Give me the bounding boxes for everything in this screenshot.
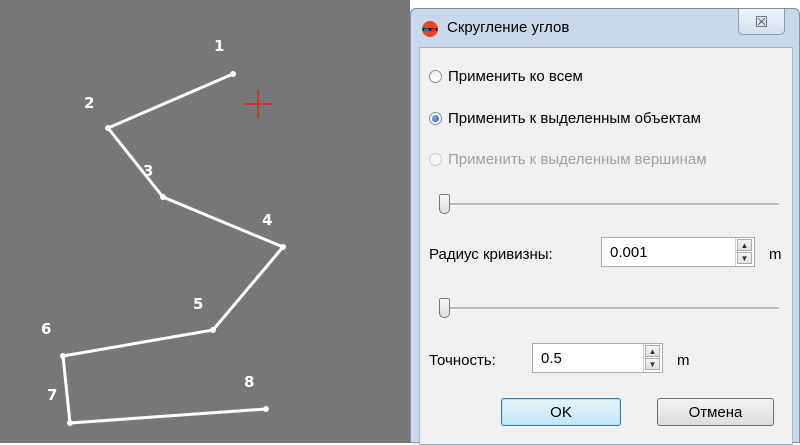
vertex-marker-4[interactable] (280, 244, 286, 250)
dialog-body: Применить ко всем Применить к выделенным… (419, 47, 793, 445)
slider-track (439, 307, 779, 310)
spin-arrows: ▲ ▼ (643, 344, 662, 372)
vertex-label-6: 6 (41, 320, 51, 338)
radio-label: Применить к выделенным вершинам (448, 150, 707, 168)
vertex-marker-5[interactable] (210, 327, 216, 333)
precision-unit: m (677, 352, 690, 369)
spin-up-icon[interactable]: ▲ (645, 345, 660, 357)
vertex-label-8: 8 (244, 373, 254, 391)
vertex-marker-1[interactable] (230, 71, 236, 77)
vertex-marker-7[interactable] (67, 420, 73, 426)
radius-unit: m (769, 246, 782, 263)
vertex-marker-6[interactable] (60, 353, 66, 359)
ok-button[interactable]: OK (501, 398, 621, 426)
slider-thumb[interactable] (439, 194, 450, 214)
radio-label: Применить к выделенным объектам (448, 109, 701, 127)
radius-spinbox[interactable]: 0.001 ▲ ▼ (601, 237, 755, 267)
vertex-marker-2[interactable] (105, 125, 111, 131)
3d-glasses-icon (422, 21, 438, 37)
top-slider[interactable] (439, 194, 779, 214)
radio-button (429, 152, 442, 166)
spin-down-icon[interactable]: ▼ (737, 252, 752, 264)
drawing-canvas[interactable]: 1 2 3 4 5 6 7 8 (0, 0, 410, 443)
vertex-label-2: 2 (84, 94, 94, 112)
precision-spinbox[interactable]: 0.5 ▲ ▼ (532, 343, 663, 373)
spin-up-icon[interactable]: ▲ (737, 239, 752, 251)
rounding-dialog: Скругление углов ☒ Применить ко всем При… (410, 8, 800, 445)
crosshair-cursor-icon (244, 90, 272, 118)
radio-button[interactable] (429, 111, 442, 125)
vertex-marker-3[interactable] (160, 194, 166, 200)
canvas-svg[interactable]: 1 2 3 4 5 6 7 8 (0, 0, 410, 443)
radius-slider[interactable] (439, 298, 779, 318)
cancel-label: Отмена (688, 403, 743, 421)
radio-label: Применить ко всем (448, 67, 583, 85)
vertex-marker-8[interactable] (263, 406, 269, 412)
radio-button[interactable] (429, 69, 442, 83)
dialog-titlebar[interactable]: Скругление углов ☒ (411, 9, 799, 47)
vertex-label-4: 4 (262, 211, 272, 229)
precision-input[interactable]: 0.5 (541, 350, 562, 367)
vertex-label-5: 5 (193, 295, 203, 313)
spin-down-icon[interactable]: ▼ (645, 358, 660, 370)
close-icon: ☒ (754, 13, 769, 31)
radius-label: Радиус кривизны: (429, 246, 553, 263)
vertex-label-1: 1 (214, 37, 224, 55)
cancel-button[interactable]: Отмена (657, 398, 774, 426)
radio-apply-all[interactable]: Применить ко всем (429, 66, 583, 86)
spin-arrows: ▲ ▼ (735, 238, 754, 266)
slider-thumb[interactable] (439, 298, 450, 318)
vertex-label-7: 7 (47, 386, 57, 404)
radio-apply-selected-objects[interactable]: Применить к выделенным объектам (429, 108, 701, 128)
close-button[interactable]: ☒ (738, 9, 785, 35)
ok-label: OK (550, 403, 572, 421)
radius-input[interactable]: 0.001 (610, 244, 648, 261)
precision-label: Точность: (429, 352, 496, 369)
dialog-title: Скругление углов (447, 19, 570, 36)
slider-track (439, 203, 779, 206)
polyline[interactable] (61, 72, 286, 425)
radio-apply-selected-vertices: Применить к выделенным вершинам (429, 149, 707, 169)
vertex-label-3: 3 (143, 162, 153, 180)
